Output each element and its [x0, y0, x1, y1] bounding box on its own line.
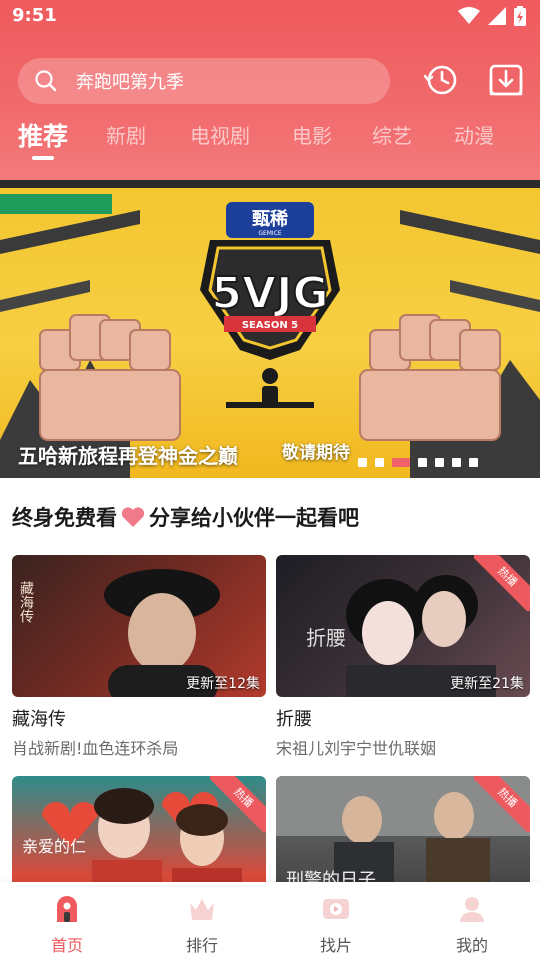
heart-icon [121, 507, 145, 527]
tab-anime[interactable]: 动漫 [454, 120, 494, 149]
card-title[interactable]: 藏海传 [12, 705, 66, 731]
nav-home-label: 首页 [50, 936, 83, 955]
episode-update: 更新至12集 [186, 676, 260, 692]
banner-dot-active[interactable] [392, 458, 410, 467]
episode-update: 更新至21集 [450, 676, 524, 692]
signal-icon [488, 7, 506, 25]
poster-image[interactable]: 藏海传 更新至12集 [12, 555, 266, 697]
tab-new-drama[interactable]: 新剧 [106, 120, 146, 149]
tab-variety[interactable]: 综艺 [372, 120, 412, 149]
svg-text:亲爱的仁: 亲爱的仁 [22, 837, 86, 856]
status-bar: 9:51 [0, 0, 540, 34]
section-title-after: 分享给小伙伴一起看吧 [149, 506, 359, 530]
hot-badge: 热播 [474, 776, 530, 832]
svg-text:藏海传: 藏海传 [18, 581, 34, 623]
poster-image[interactable]: 折腰 热播 更新至21集 [276, 555, 530, 697]
banner-dot[interactable] [469, 458, 478, 467]
banner-brand-text: 甄稀 [252, 208, 288, 230]
history-icon[interactable] [424, 62, 460, 98]
banner-logo-text: 5VJG [211, 268, 328, 319]
home-icon [57, 896, 77, 922]
section-title: 终身免费看 分享给小伙伴一起看吧 [12, 502, 359, 532]
nav-ranking[interactable]: 排行 [152, 894, 252, 956]
banner-artwork: 甄稀 GEMICE 5VJG SEASON 5 [0, 180, 540, 478]
battery-icon [514, 6, 526, 26]
search-placeholder: 奔跑吧第九季 [76, 72, 184, 93]
hero-banner[interactable]: 甄稀 GEMICE 5VJG SEASON 5 五哈新旅程再登神金之巅 敬请期待 [0, 180, 540, 478]
svg-text:折腰: 折腰 [306, 626, 346, 650]
nav-ranking-label: 排行 [185, 936, 218, 955]
active-tab-indicator [32, 156, 54, 160]
user-icon [460, 897, 484, 922]
wifi-icon [458, 7, 480, 24]
tab-movies[interactable]: 电影 [292, 120, 332, 149]
download-icon[interactable] [488, 62, 524, 98]
status-icons [458, 6, 526, 26]
app-header: 9:51 奔跑吧第九季 推荐 新剧 电视剧 电影 综艺 动漫 [0, 0, 540, 180]
search-icon [35, 70, 57, 92]
card-description: 宋祖儿刘宇宁世仇联姻 [276, 739, 437, 758]
banner-brand-sub: GEMICE [258, 230, 282, 237]
status-time: 9:51 [12, 5, 57, 26]
search-bar[interactable]: 奔跑吧第九季 [18, 58, 390, 104]
category-tabs: 推荐 新剧 电视剧 电影 综艺 动漫 [0, 120, 540, 170]
hot-badge: 热播 [474, 555, 530, 611]
nav-profile-label: 我的 [455, 936, 488, 955]
banner-dot[interactable] [418, 458, 427, 467]
play-icon [323, 899, 349, 919]
card-description: 肖战新剧!血色连环杀局 [12, 739, 179, 758]
banner-caption: 五哈新旅程再登神金之巅 [18, 444, 238, 468]
banner-dot[interactable] [452, 458, 461, 467]
tab-recommend[interactable]: 推荐 [18, 117, 68, 153]
banner-dot[interactable] [375, 458, 384, 467]
banner-pagination [358, 458, 478, 467]
banner-season-text: SEASON 5 [242, 320, 298, 331]
nav-discover-label: 找片 [319, 936, 352, 955]
nav-discover[interactable]: 找片 [286, 894, 386, 956]
banner-dot[interactable] [435, 458, 444, 467]
card-title[interactable]: 折腰 [276, 705, 312, 731]
crown-icon [190, 899, 214, 920]
hot-badge: 热播 [210, 776, 266, 832]
nav-home[interactable]: 首页 [17, 894, 117, 956]
section-title-before: 终身免费看 [12, 506, 117, 530]
banner-subcaption: 敬请期待 [282, 443, 350, 463]
tab-tv-series[interactable]: 电视剧 [190, 120, 250, 149]
bottom-navigation: 首页 排行 找片 我的 [0, 882, 540, 960]
nav-profile[interactable]: 我的 [422, 894, 522, 956]
banner-dot[interactable] [358, 458, 367, 467]
